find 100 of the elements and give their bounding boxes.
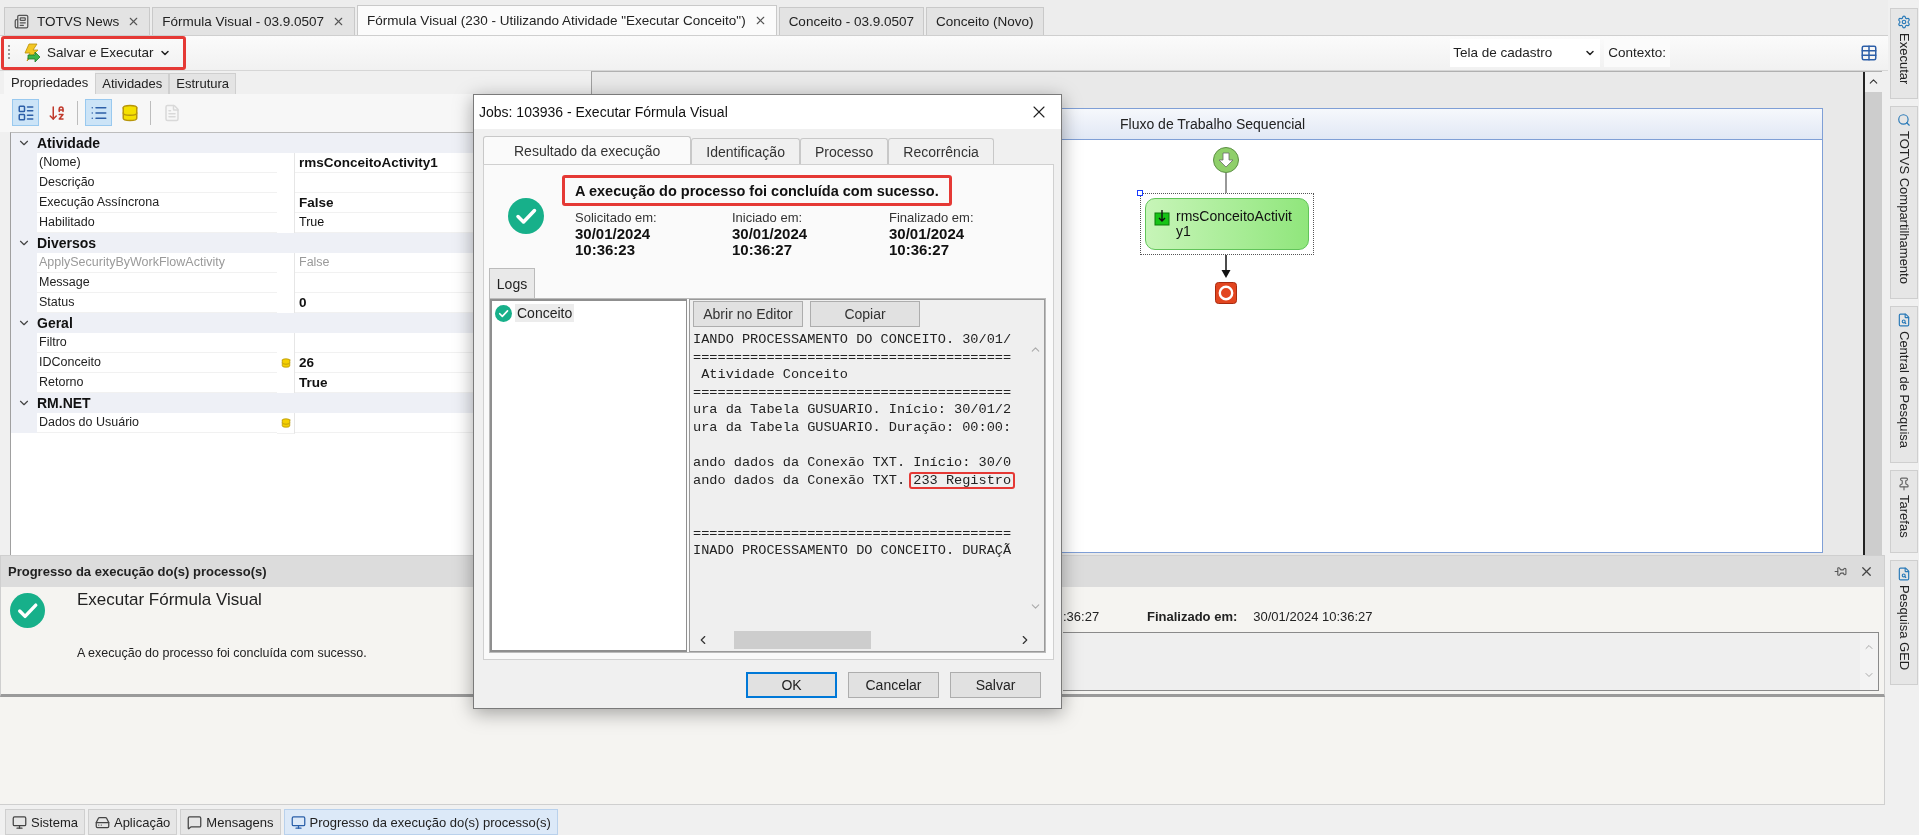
- tab-label: TOTVS News: [37, 13, 120, 29]
- category-name: Diversos: [37, 234, 97, 251]
- tab-label: Fórmula Visual (230 - Utilizando Atividade "Executar Conceito"): [367, 12, 746, 28]
- document-tab[interactable]: Fórmula Visual - 03.9.0507: [152, 6, 356, 35]
- dialog-button[interactable]: Salvar: [950, 672, 1041, 698]
- dialog-button[interactable]: OK: [746, 672, 837, 698]
- log-line: ando dados da Conexão TXT.: [693, 471, 907, 490]
- pin-icon: [1897, 477, 1911, 492]
- date-value: 30/01/2024: [732, 226, 809, 242]
- settings-icon: [1897, 15, 1911, 29]
- log-line: INADO PROCESSAMENTO DO CONCEITO. DURAÇÃ: [693, 542, 1012, 560]
- property-name: Habilitado: [37, 212, 277, 233]
- time-label: Iniciado em:: [732, 210, 804, 226]
- property-name: ApplySecurityByWorkFlowActivity: [37, 252, 277, 273]
- side-tab[interactable]: Pesquisa GED: [1890, 559, 1918, 686]
- dropdown-value: Tela de cadastro: [1453, 45, 1553, 61]
- dialog-title: Jobs: 103936 - Executar Fórmula Visual: [479, 104, 728, 120]
- log-line: Atividade Conceito: [700, 366, 848, 384]
- dialog-tab[interactable]: Resultado da execução: [483, 136, 692, 164]
- panel-tab[interactable]: Atividades: [95, 72, 170, 94]
- connector-arrow: [1220, 254, 1232, 279]
- start-node[interactable]: [1213, 146, 1239, 173]
- side-tab-label: Pesquisa GED: [1896, 584, 1912, 671]
- log-line: =======================================: [693, 524, 1012, 543]
- time-value: 10:36:27: [889, 242, 951, 258]
- log-button[interactable]: Abrir no Editor: [693, 301, 803, 327]
- tab-label: Fórmula Visual - 03.9.0507: [162, 13, 325, 29]
- categorized-icon: [16, 103, 35, 122]
- selection-handle[interactable]: [1137, 189, 1143, 196]
- side-tab-label: Executar: [1896, 33, 1912, 85]
- tree-item[interactable]: Conceito: [515, 304, 575, 322]
- side-tab[interactable]: Tarefas: [1890, 470, 1918, 553]
- bottom-tab[interactable]: Sistema: [5, 809, 85, 835]
- dialog-tab[interactable]: Recorrência: [888, 138, 994, 164]
- log-line: ando dados da Conexão TXT. Início: 30/0: [693, 454, 1012, 472]
- search-icon: [1897, 113, 1911, 128]
- status-message: A execução do processo foi concluída com sucesso.: [77, 645, 367, 660]
- finished-time: 30/01/2024 10:36:27: [1253, 609, 1373, 625]
- side-tab-label: Tarefas: [1896, 495, 1912, 538]
- panel-tab[interactable]: Propriedades: [4, 70, 96, 94]
- activity-name: rmsConceitoActivity1: [1176, 208, 1293, 239]
- time-label: Finalizado em:: [889, 210, 975, 226]
- side-tab-label: Central de Pesquisa: [1896, 331, 1912, 449]
- bottom-tab[interactable]: Aplicação: [87, 809, 178, 835]
- property-name: Filtro: [37, 332, 277, 353]
- log-line: =======================================: [693, 348, 1012, 367]
- logs-tab[interactable]: Logs: [489, 268, 535, 298]
- newspaper-icon: [14, 13, 29, 29]
- side-tab-label: TOTVS Compartilhamento: [1896, 131, 1912, 285]
- activity-icon: [1154, 208, 1170, 227]
- bottom-tab[interactable]: Progresso da execução do(s) processo(s): [283, 809, 558, 835]
- log-line: =======================================: [693, 383, 1012, 402]
- drive-icon: [94, 814, 110, 830]
- property-name: Dados do Usuário: [37, 412, 277, 433]
- highlighted-log-text: 233 Registro: [909, 472, 1016, 490]
- side-tab[interactable]: Central de Pesquisa: [1890, 306, 1918, 464]
- monitor-icon: [290, 814, 306, 830]
- dialog-tab[interactable]: Processo: [799, 138, 889, 164]
- log-line: ura da Tabela GUSUARIO. Duração: 00:00:: [693, 418, 1012, 437]
- dialog-tab[interactable]: Identificação: [691, 138, 800, 164]
- sort-az-icon: [47, 103, 66, 122]
- pages-icon: [162, 103, 181, 122]
- document-tab[interactable]: TOTVS News: [4, 6, 151, 35]
- side-tab[interactable]: Executar: [1890, 8, 1918, 100]
- save-run-button[interactable]: Salvar e Executar: [1, 35, 186, 70]
- property-name: Retorno: [37, 372, 277, 393]
- grid-tool-button[interactable]: [85, 99, 112, 127]
- database-icon: [120, 103, 139, 122]
- document-search-icon: [1897, 566, 1911, 581]
- property-name: IDConceito: [37, 352, 277, 373]
- log-line: ura da Tabela GUSUARIO. Início: 30/01/2: [693, 401, 1012, 419]
- panel-title: Progresso da execução do(s) processo(s): [8, 563, 267, 579]
- end-node[interactable]: [1215, 281, 1237, 304]
- panel-tab[interactable]: Estrutura: [169, 72, 237, 94]
- connector-line: [1225, 172, 1227, 193]
- view-dropdown[interactable]: Tela de cadastro: [1450, 38, 1601, 67]
- activity-node[interactable]: rmsConceitoActivity1: [1145, 197, 1309, 250]
- document-search-icon: [1897, 313, 1911, 328]
- date-value: 30/01/2024: [889, 226, 966, 242]
- time-value: 10:36:27: [732, 242, 794, 258]
- scrollbar[interactable]: [1863, 71, 1882, 555]
- side-tab[interactable]: TOTVS Compartilhamento: [1890, 106, 1918, 300]
- document-tab[interactable]: Fórmula Visual (230 - Utilizando Atividade "Executar Conceito"): [357, 4, 777, 35]
- pin-icon[interactable]: [1834, 564, 1847, 578]
- property-name: Message: [37, 272, 277, 293]
- category-name: RM.NET: [37, 394, 91, 411]
- scroll-thumb[interactable]: [734, 631, 871, 649]
- log-line: IANDO PROCESSAMENTO DO CONCEITO. 30/01/: [693, 331, 1012, 349]
- bottom-tab[interactable]: Mensagens: [180, 809, 281, 835]
- tab-label: Conceito - 03.9.0507: [788, 13, 914, 29]
- table-icon[interactable]: [1860, 43, 1878, 62]
- success-message: A execução do processo foi concluída com sucesso.: [562, 175, 952, 206]
- document-tab[interactable]: Conceito - 03.9.0507: [778, 6, 924, 35]
- document-tab[interactable]: Conceito (Novo): [925, 6, 1044, 35]
- database-icon: [280, 417, 291, 428]
- log-button[interactable]: Copiar: [810, 301, 920, 327]
- dialog-button[interactable]: Cancelar: [848, 672, 939, 698]
- property-name: (Nome): [37, 152, 277, 173]
- job-title: Executar Fórmula Visual: [77, 589, 262, 610]
- grid-tool-button[interactable]: [12, 99, 39, 127]
